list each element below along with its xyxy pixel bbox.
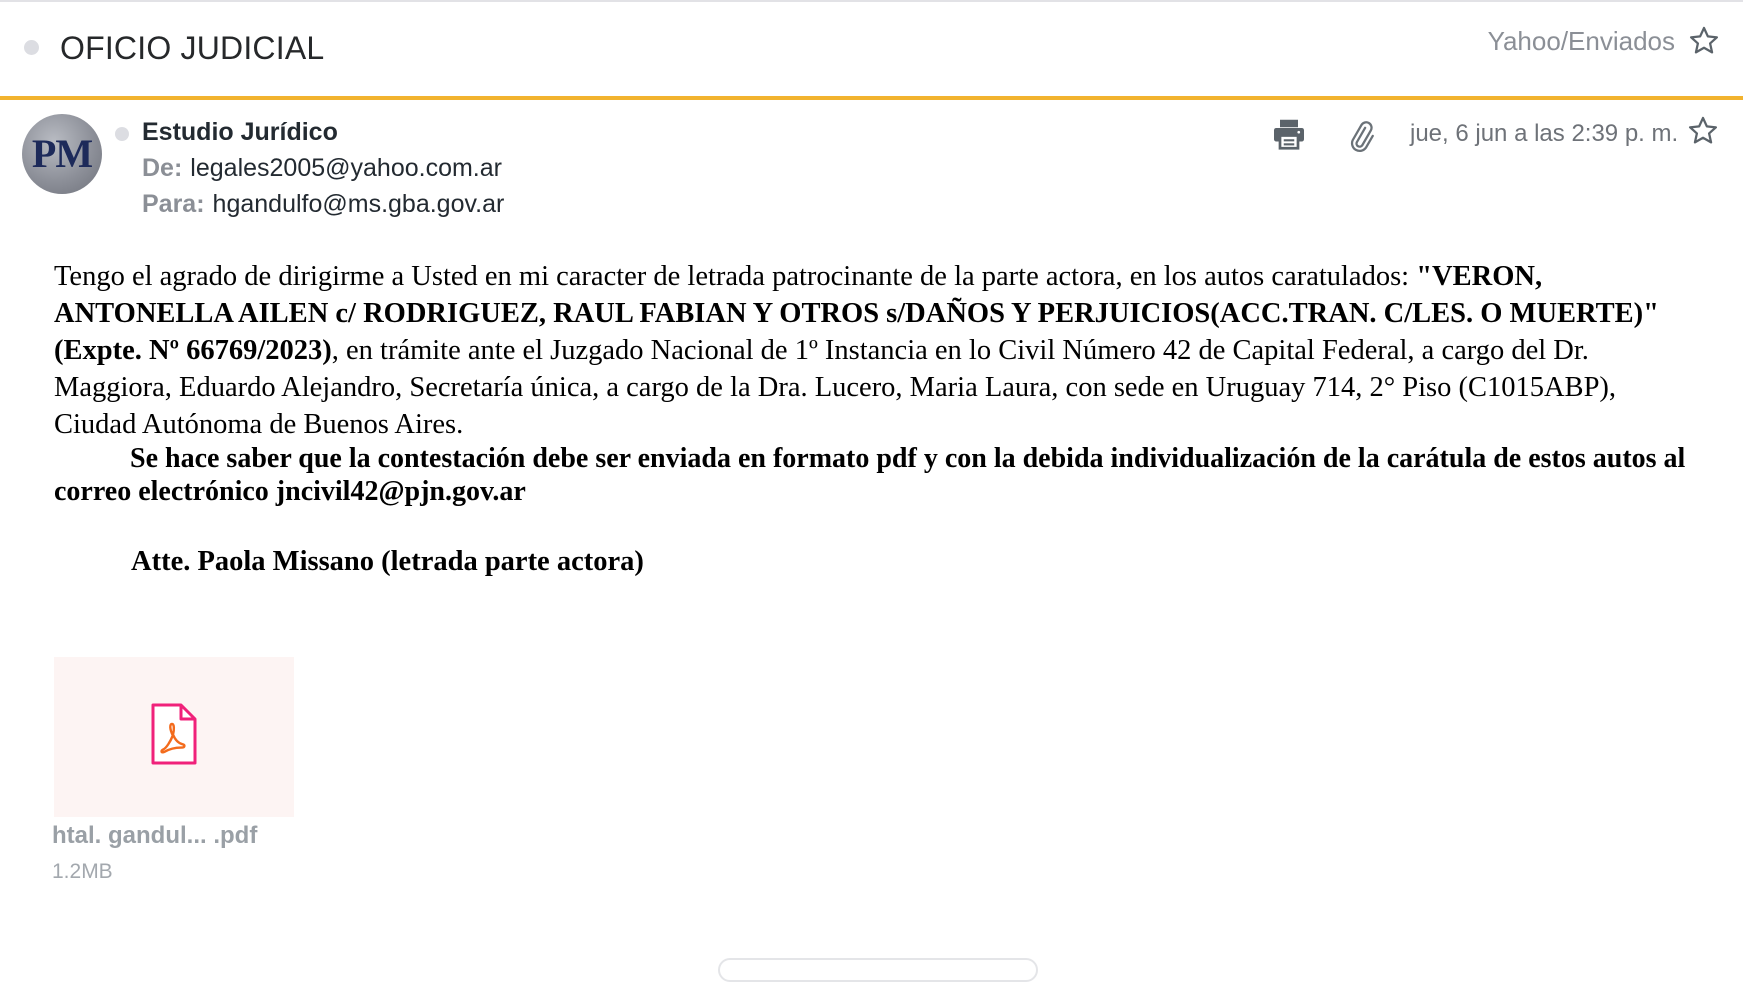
from-row: De: legales2005@yahoo.com.ar [142,154,502,183]
body-text-intro: Tengo el agrado de dirigirme a Usted en … [54,261,1417,292]
message-subject: OFICIO JUDICIAL [60,30,325,66]
sender-name[interactable]: Estudio Jurídico [142,118,338,147]
unread-dot-icon [24,40,39,55]
message-signature: Atte. Paola Missano (letrada parte actor… [131,546,644,577]
message-notice: Se hace saber que la contestación debe s… [54,442,1694,508]
from-label: De: [142,154,183,182]
avatar-initials: PM [31,131,93,176]
folder-label[interactable]: Yahoo/Enviados [1488,26,1675,57]
star-icon[interactable] [1686,114,1720,148]
to-address[interactable]: hgandulfo@ms.gba.gov.ar [213,190,505,218]
from-address[interactable]: legales2005@yahoo.com.ar [190,154,502,182]
attachment-name[interactable]: htal. gandul... .pdf [52,822,257,850]
sender-status-dot-icon [115,127,129,141]
message-header: OFICIO JUDICIAL Yahoo/Enviados [0,2,1743,96]
to-row: Para: hgandulfo@ms.gba.gov.ar [142,190,504,219]
attachment-preview[interactable] [54,657,294,817]
print-icon[interactable] [1270,116,1308,152]
message-body-paragraph: Tengo el agrado de dirigirme a Usted en … [54,258,1694,443]
avatar[interactable]: PM [22,114,102,194]
to-label: Para: [142,190,205,218]
paperclip-icon[interactable] [1344,120,1378,154]
pdf-icon [151,703,197,765]
scroll-indicator[interactable] [718,958,1038,982]
star-icon[interactable] [1687,24,1721,58]
header-accent-bar [0,96,1743,100]
message-date: jue, 6 jun a las 2:39 p. m. [1410,120,1679,147]
notice-text: Se hace saber que la contestación debe s… [54,443,1686,507]
attachment-size: 1.2MB [52,860,113,883]
